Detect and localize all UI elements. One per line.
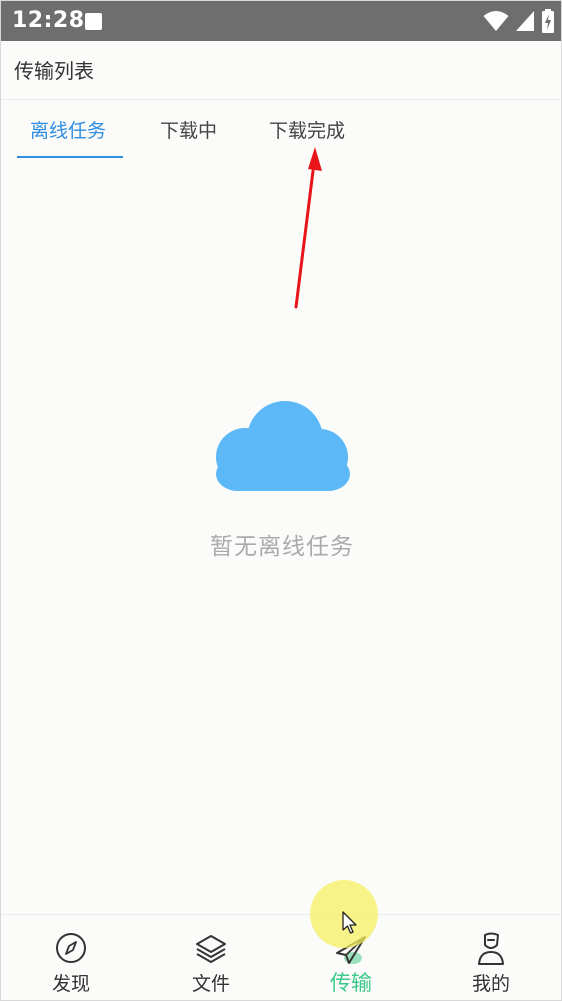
- user-icon: [478, 932, 504, 965]
- tab-downloading[interactable]: 下载中: [160, 116, 217, 143]
- mouse-cursor-icon: [342, 911, 357, 934]
- cloud-icon: [216, 401, 350, 491]
- compass-icon: [56, 933, 86, 963]
- status-time: 12:28: [12, 8, 85, 33]
- app-header: 传输列表: [1, 41, 561, 100]
- status-bar: 12:28: [1, 1, 561, 41]
- nav-label-discover: 发现: [51, 973, 90, 995]
- bottom-nav: 发现 文件 传输 我的: [1, 914, 561, 1000]
- tab-active-indicator: [17, 156, 123, 158]
- status-icons: [483, 9, 555, 33]
- nav-label-transfer: 传输: [330, 971, 372, 995]
- nav-item-me[interactable]: 我的: [421, 915, 561, 1000]
- signal-icon: [516, 11, 534, 31]
- nav-label-me: 我的: [471, 973, 510, 995]
- app-screen: 12:28 传输列表 离线任务 下载中 下载完成 暂无离线任务 发现 文件 传输…: [0, 0, 562, 1001]
- battery-charging-icon: [542, 9, 554, 33]
- page-title: 传输列表: [14, 59, 94, 83]
- empty-state-message: 暂无离线任务: [210, 534, 354, 560]
- nav-item-files[interactable]: 文件: [141, 915, 281, 1000]
- wifi-icon: [483, 11, 509, 31]
- annotation-arrow-icon: [294, 147, 322, 309]
- layers-icon: [196, 935, 226, 963]
- tab-download-complete[interactable]: 下载完成: [269, 116, 345, 143]
- tab-offline-tasks[interactable]: 离线任务: [30, 116, 106, 143]
- notification-square-icon: [85, 13, 102, 30]
- nav-item-discover[interactable]: 发现: [1, 915, 141, 1000]
- nav-label-files: 文件: [191, 973, 230, 995]
